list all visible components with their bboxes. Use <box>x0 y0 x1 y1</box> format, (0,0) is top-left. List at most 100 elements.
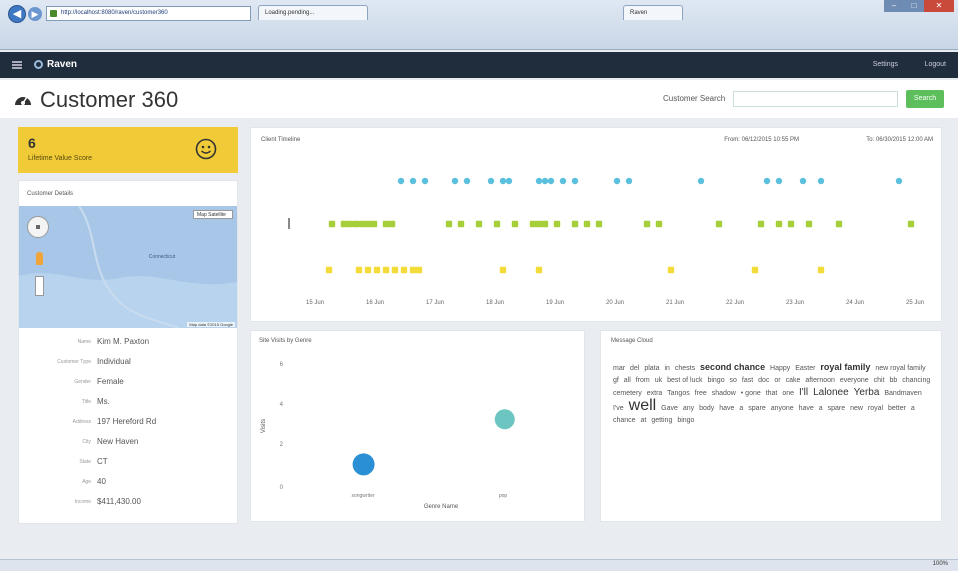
timeline-call-dot[interactable] <box>445 220 453 228</box>
timeline-store-dot[interactable] <box>391 266 399 274</box>
cloud-word[interactable]: have <box>719 405 734 412</box>
cloud-word[interactable]: so <box>730 377 737 384</box>
timeline-web-dot[interactable] <box>817 177 825 185</box>
timeline-call-dot[interactable] <box>475 220 483 228</box>
cloud-word[interactable]: a <box>819 405 823 412</box>
timeline-call-dot[interactable] <box>352 220 360 228</box>
timeline-web-dot[interactable] <box>541 177 549 185</box>
timeline-store-dot[interactable] <box>415 266 423 274</box>
timeline-web-dot[interactable] <box>487 177 495 185</box>
cloud-word[interactable]: cemetery <box>613 390 642 397</box>
timeline-store-dot[interactable] <box>364 266 372 274</box>
cloud-word[interactable]: second chance <box>700 362 765 372</box>
timeline-web-dot[interactable] <box>625 177 633 185</box>
timeline-call-dot[interactable] <box>346 220 354 228</box>
cloud-word[interactable]: Tangos <box>667 390 690 397</box>
timeline-web-dot[interactable] <box>895 177 903 185</box>
timeline-call-dot[interactable] <box>805 220 813 228</box>
timeline-web-dot[interactable] <box>799 177 807 185</box>
cloud-word[interactable]: all <box>624 377 631 384</box>
address-bar[interactable]: http://localhost:8080/raven/customer360 <box>46 6 251 21</box>
timeline-store-dot[interactable] <box>535 266 543 274</box>
timeline-call-dot[interactable] <box>643 220 651 228</box>
cloud-word[interactable]: doc <box>758 377 769 384</box>
timeline-store-dot[interactable] <box>409 266 417 274</box>
timeline-web-dot[interactable] <box>697 177 705 185</box>
timeline-call-dot[interactable] <box>328 220 336 228</box>
cloud-word[interactable]: chit <box>874 377 885 384</box>
cloud-word[interactable]: body <box>699 405 714 412</box>
timeline-store-dot[interactable] <box>667 266 675 274</box>
cloud-word[interactable]: extra <box>647 390 663 397</box>
cloud-word[interactable]: from <box>636 377 650 384</box>
timeline-store-dot[interactable] <box>751 266 759 274</box>
timeline-web-dot[interactable] <box>613 177 621 185</box>
timeline-call-dot[interactable] <box>457 220 465 228</box>
timeline-call-dot[interactable] <box>787 220 795 228</box>
cloud-word[interactable]: Gave <box>661 405 678 412</box>
timeline-store-dot[interactable] <box>382 266 390 274</box>
timeline-call-dot[interactable] <box>571 220 579 228</box>
cloud-word[interactable]: well <box>629 397 657 414</box>
cloud-word[interactable]: Happy <box>770 365 790 372</box>
timeline-call-dot[interactable] <box>535 220 543 228</box>
cloud-word[interactable]: new <box>850 405 863 412</box>
cloud-word[interactable]: a <box>739 405 743 412</box>
timeline-web-dot[interactable] <box>547 177 555 185</box>
cloud-word[interactable]: in <box>664 365 669 372</box>
cloud-word[interactable]: mar <box>613 365 625 372</box>
timeline-call-dot[interactable] <box>340 220 348 228</box>
timeline-call-dot[interactable] <box>715 220 723 228</box>
timeline-web-dot[interactable] <box>451 177 459 185</box>
timeline-call-dot[interactable] <box>364 220 372 228</box>
timeline-call-dot[interactable] <box>529 220 537 228</box>
cloud-word[interactable]: chance <box>613 417 636 424</box>
cloud-word[interactable]: plata <box>644 365 659 372</box>
timeline-call-dot[interactable] <box>835 220 843 228</box>
timeline-web-dot[interactable] <box>505 177 513 185</box>
customer-search-input[interactable] <box>733 91 898 107</box>
settings-link[interactable]: Settings <box>873 61 898 68</box>
cloud-word[interactable]: chests <box>675 365 695 372</box>
timeline-call-dot[interactable] <box>382 220 390 228</box>
app-name[interactable]: Raven <box>47 59 77 70</box>
visits-bubble[interactable] <box>494 409 515 430</box>
timeline-call-dot[interactable] <box>655 220 663 228</box>
timeline-call-dot[interactable] <box>907 220 915 228</box>
timeline-web-dot[interactable] <box>571 177 579 185</box>
cloud-word[interactable]: or <box>774 377 780 384</box>
timeline-store-dot[interactable] <box>817 266 825 274</box>
cloud-word[interactable]: afternoon <box>805 377 835 384</box>
timeline-web-dot[interactable] <box>397 177 405 185</box>
menu-icon[interactable] <box>12 61 22 69</box>
timeline-store-dot[interactable] <box>325 266 333 274</box>
browser-tab-2[interactable]: Raven <box>623 5 683 20</box>
cloud-word[interactable]: any <box>683 405 694 412</box>
timeline-web-dot[interactable] <box>463 177 471 185</box>
cloud-word[interactable]: bingo <box>707 377 724 384</box>
cloud-word[interactable]: Yerba <box>854 387 880 398</box>
cloud-word[interactable]: shadow <box>712 390 736 397</box>
minimize-icon[interactable]: – <box>884 0 904 12</box>
timeline-call-dot[interactable] <box>358 220 366 228</box>
timeline-web-dot[interactable] <box>499 177 507 185</box>
maximize-icon[interactable]: □ <box>904 0 924 12</box>
map-type-toggle[interactable]: Map Satellite <box>193 210 233 219</box>
back-icon[interactable]: ◀ <box>8 5 26 23</box>
timeline-web-dot[interactable] <box>559 177 567 185</box>
cloud-word[interactable]: cake <box>786 377 801 384</box>
zoom-level[interactable]: 100% <box>933 561 948 567</box>
cloud-word[interactable]: that <box>766 390 778 397</box>
cloud-word[interactable]: getting <box>651 417 672 424</box>
cloud-word[interactable]: del <box>630 365 639 372</box>
cloud-word[interactable]: spare <box>748 405 766 412</box>
cloud-word[interactable]: at <box>641 417 647 424</box>
cloud-word[interactable]: chancing <box>902 377 930 384</box>
cloud-word[interactable]: royal <box>868 405 883 412</box>
timeline-call-dot[interactable] <box>775 220 783 228</box>
cloud-word[interactable]: uk <box>655 377 662 384</box>
cloud-word[interactable]: one <box>782 390 794 397</box>
visits-bubble[interactable] <box>352 453 375 476</box>
cloud-word[interactable]: anyone <box>771 405 794 412</box>
timeline-call-dot[interactable] <box>370 220 378 228</box>
